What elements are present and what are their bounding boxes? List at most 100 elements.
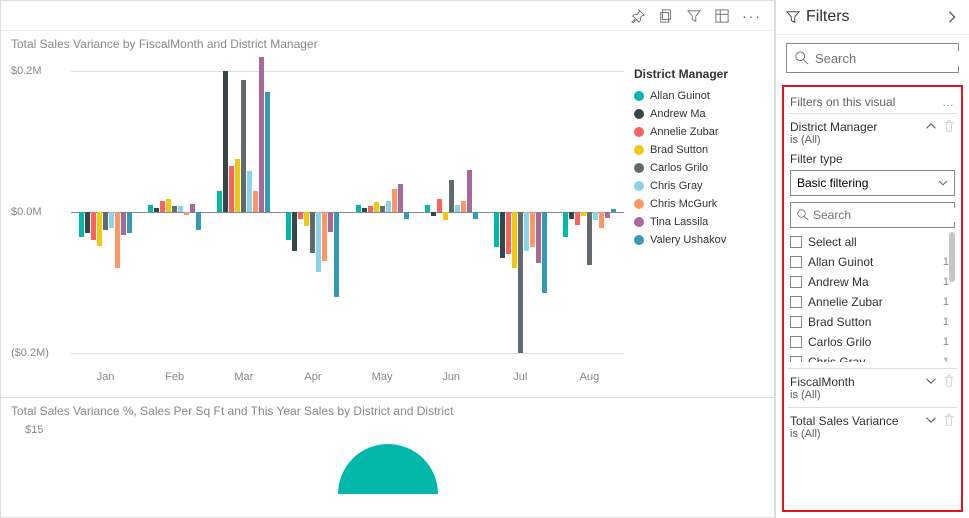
legend-item[interactable]: Brad Sutton [634, 141, 760, 159]
bar[interactable] [500, 212, 505, 258]
bar[interactable] [362, 208, 367, 212]
bar[interactable] [121, 212, 126, 235]
bar[interactable] [587, 212, 592, 265]
filter-value-item[interactable]: Select all [790, 232, 955, 252]
bar[interactable] [178, 206, 183, 212]
bar[interactable] [217, 191, 222, 212]
bar[interactable] [392, 189, 397, 212]
bar[interactable] [425, 205, 430, 212]
bar[interactable] [449, 180, 454, 212]
checkbox[interactable] [790, 336, 802, 348]
bar[interactable] [127, 212, 132, 233]
legend-item[interactable]: Chris Gray [634, 177, 760, 195]
bar[interactable] [512, 212, 517, 268]
bar[interactable] [443, 212, 448, 220]
legend-item[interactable]: Tina Lassila [634, 213, 760, 231]
bar[interactable] [97, 212, 102, 246]
bar[interactable] [431, 212, 436, 216]
checkbox[interactable] [790, 276, 802, 288]
bar[interactable] [593, 212, 598, 220]
bar[interactable] [518, 212, 523, 353]
bar[interactable] [542, 212, 547, 293]
checkbox[interactable] [790, 236, 802, 248]
bar[interactable] [184, 212, 189, 215]
filter-value-item[interactable]: Annelie Zubar1 [790, 292, 955, 312]
bar[interactable] [530, 212, 535, 247]
bar[interactable] [79, 212, 84, 237]
bar[interactable] [91, 212, 96, 240]
collapse-panel-icon[interactable] [945, 10, 959, 24]
filter-value-item[interactable]: Brad Sutton1 [790, 312, 955, 332]
filter-card-district-manager[interactable]: District Manager is (All) Filter type Ba… [788, 113, 957, 368]
bar[interactable] [190, 204, 195, 212]
bar[interactable] [259, 57, 264, 212]
bar[interactable] [160, 201, 165, 212]
bar[interactable] [286, 212, 291, 240]
pin-icon[interactable] [630, 8, 646, 24]
bar[interactable] [563, 212, 568, 237]
bar[interactable] [241, 80, 246, 212]
bar[interactable] [611, 209, 616, 212]
filter-value-item[interactable]: Chris Gray1 [790, 352, 955, 362]
filter-value-item[interactable]: Andrew Ma1 [790, 272, 955, 292]
clear-filter-icon[interactable] [943, 414, 955, 426]
filter-value-item[interactable]: Carlos Grilo1 [790, 332, 955, 352]
bar[interactable] [569, 212, 574, 219]
bar[interactable] [536, 212, 541, 263]
legend-item[interactable]: Allan Guinot [634, 87, 760, 105]
bar[interactable] [292, 212, 297, 251]
filter-value-search-input[interactable] [813, 208, 963, 222]
chevron-up-icon[interactable] [925, 120, 937, 132]
bar[interactable] [148, 205, 153, 212]
checkbox[interactable] [790, 296, 802, 308]
bar[interactable] [334, 212, 339, 297]
bar[interactable] [115, 212, 120, 268]
bar[interactable] [328, 212, 333, 232]
bar[interactable] [322, 212, 327, 261]
bar[interactable] [605, 212, 610, 218]
copy-icon[interactable] [658, 8, 674, 24]
bar[interactable] [467, 170, 472, 212]
bar[interactable] [506, 212, 511, 254]
legend-item[interactable]: Annelie Zubar [634, 123, 760, 141]
focus-mode-icon[interactable] [714, 8, 730, 24]
bar[interactable] [310, 212, 315, 253]
chevron-down-icon[interactable] [925, 414, 937, 426]
bar[interactable] [247, 171, 252, 212]
bar[interactable] [374, 202, 379, 212]
bar[interactable] [494, 212, 499, 247]
bar[interactable] [298, 212, 303, 219]
checkbox[interactable] [790, 356, 802, 362]
bar[interactable] [356, 205, 361, 212]
bar[interactable] [304, 212, 309, 226]
bar[interactable] [461, 201, 466, 212]
bar[interactable] [103, 212, 108, 230]
bar[interactable] [524, 212, 529, 251]
bar[interactable] [85, 212, 90, 233]
clear-filter-icon[interactable] [943, 375, 955, 387]
filters-search[interactable] [786, 43, 959, 73]
chevron-down-icon[interactable] [925, 375, 937, 387]
bar[interactable] [172, 206, 177, 212]
more-options-icon[interactable]: ··· [742, 8, 762, 24]
filters-search-input[interactable] [815, 51, 969, 66]
bar[interactable] [368, 206, 373, 212]
bar[interactable] [265, 92, 270, 212]
filter-card-total-sales-variance[interactable]: Total Sales Variance is (All) [788, 407, 957, 446]
bar[interactable] [386, 201, 391, 212]
bar[interactable] [455, 205, 460, 212]
bar[interactable] [154, 208, 159, 212]
bar[interactable] [437, 199, 442, 212]
bar[interactable] [316, 212, 321, 272]
filter-value-item[interactable]: Allan Guinot1 [790, 252, 955, 272]
chart-2[interactable]: Total Sales Variance %, Sales Per Sq Ft … [1, 397, 774, 517]
legend-item[interactable]: Andrew Ma [634, 105, 760, 123]
bar[interactable] [196, 212, 201, 230]
scrollbar-thumb[interactable] [949, 232, 955, 282]
filter-icon[interactable] [686, 8, 702, 24]
bar[interactable] [109, 212, 114, 228]
legend-item[interactable]: Chris McGurk [634, 195, 760, 213]
bar[interactable] [253, 191, 258, 212]
filter-card-fiscalmonth[interactable]: FiscalMonth is (All) [788, 368, 957, 407]
bar[interactable] [473, 212, 478, 219]
